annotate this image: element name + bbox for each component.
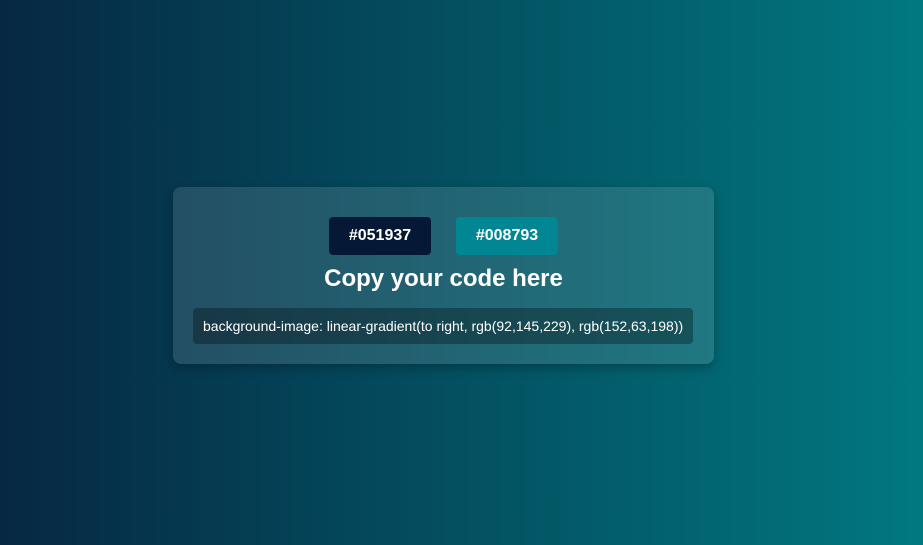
css-code-output[interactable]: background-image: linear-gradient(to rig… bbox=[193, 308, 693, 344]
color-1-button[interactable]: #051937 bbox=[329, 217, 431, 255]
color-swatches: #051937 #008793 bbox=[173, 217, 714, 255]
page-title: Copy your code here bbox=[324, 265, 563, 292]
gradient-card: #051937 #008793 Copy your code here back… bbox=[173, 187, 714, 364]
color-2-button[interactable]: #008793 bbox=[456, 217, 558, 255]
